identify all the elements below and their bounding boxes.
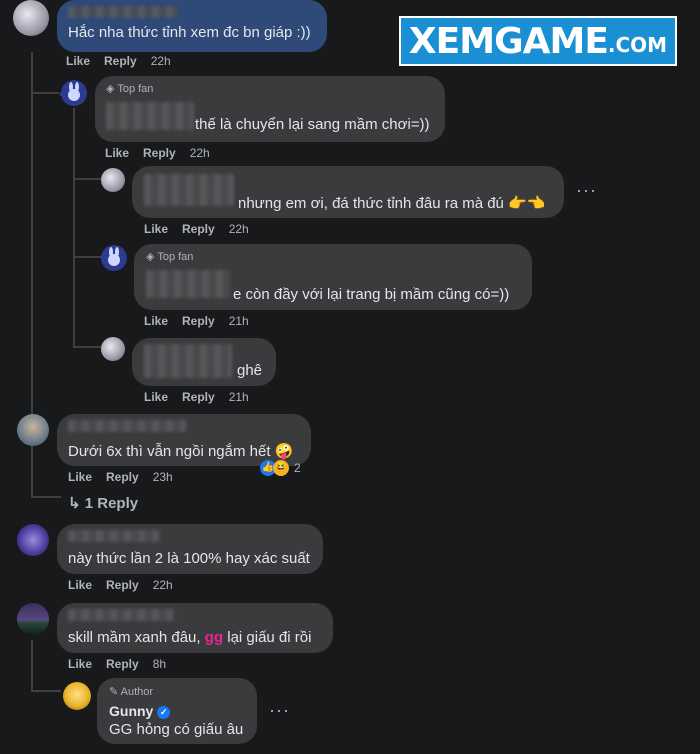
comment-actions: Like Reply 22h bbox=[66, 54, 171, 68]
comment-text: ghê bbox=[237, 362, 263, 379]
like-button[interactable]: Like bbox=[105, 146, 129, 160]
comment-time: 22h bbox=[150, 54, 171, 68]
blurred-username bbox=[68, 530, 160, 542]
thread-line bbox=[73, 178, 101, 180]
verified-icon: ✓ bbox=[157, 705, 171, 719]
reaction-summary[interactable]: 👍 😆 2 bbox=[260, 460, 301, 476]
like-button[interactable]: Like bbox=[144, 390, 168, 404]
reply-button[interactable]: Reply bbox=[182, 222, 215, 236]
commenter-name[interactable]: Gunny ✓ bbox=[109, 703, 171, 719]
comment-time: 21h bbox=[228, 390, 249, 404]
comment-text: Dưới 6x thì vẫn ngồi ngắm hết 🤪 bbox=[68, 443, 294, 460]
comment-actions: Like Reply 22h bbox=[144, 222, 249, 236]
blurred-username bbox=[68, 609, 174, 621]
reply-button[interactable]: Reply bbox=[143, 146, 176, 160]
comment-time: 22h bbox=[228, 222, 249, 236]
haha-reaction-icon: 😆 bbox=[273, 460, 289, 476]
comment-actions: Like Reply 8h bbox=[68, 657, 166, 671]
comment-actions: Like Reply 23h bbox=[68, 470, 173, 484]
avatar[interactable] bbox=[101, 168, 125, 192]
comment-actions: Like Reply 22h bbox=[105, 146, 210, 160]
reply-arrow-icon: ↳ bbox=[68, 495, 85, 512]
comment-actions: Like Reply 22h bbox=[68, 578, 173, 592]
like-button[interactable]: Like bbox=[68, 657, 92, 671]
blurred-username bbox=[106, 102, 194, 130]
reaction-count: 2 bbox=[294, 461, 301, 475]
diamond-icon: ◈ bbox=[106, 83, 118, 95]
avatar[interactable] bbox=[101, 245, 127, 271]
blurred-username bbox=[68, 420, 186, 432]
diamond-icon: ◈ bbox=[146, 251, 158, 263]
thread-line bbox=[31, 496, 61, 498]
blurred-username bbox=[144, 344, 232, 378]
comment-text: này thức lần 2 là 100% hay xác suất bbox=[68, 550, 310, 567]
thread-line bbox=[73, 346, 101, 348]
comment-time: 22h bbox=[189, 146, 210, 160]
reply-button[interactable]: Reply bbox=[106, 470, 139, 484]
thread-line bbox=[31, 640, 33, 692]
reply-button[interactable]: Reply bbox=[106, 657, 139, 671]
blurred-username bbox=[144, 174, 234, 206]
comment-text: skill mầm xanh đâu, gg lại giấu đi rồi bbox=[68, 629, 312, 646]
blurred-username bbox=[146, 270, 230, 298]
logo-text: XEMGAME bbox=[408, 20, 609, 62]
comment-text: nhưng em ơi, đá thức tỉnh đâu ra mà đú 👉… bbox=[238, 195, 546, 212]
reply-button[interactable]: Reply bbox=[182, 390, 215, 404]
view-replies-link[interactable]: ↳ 1 Reply bbox=[68, 494, 138, 512]
comment-actions: Like Reply 21h bbox=[144, 314, 249, 328]
thread-line bbox=[73, 108, 75, 348]
more-options-button[interactable]: ··· bbox=[576, 180, 597, 201]
avatar[interactable] bbox=[17, 524, 49, 556]
top-fan-badge: ◈ Top fan bbox=[146, 251, 194, 263]
comment-text: Hắc nha thức tỉnh xem đc bn giáp :)) bbox=[68, 24, 311, 41]
comment-time: 23h bbox=[152, 470, 173, 484]
thread-line bbox=[31, 690, 61, 692]
logo-suffix: .COM bbox=[607, 33, 668, 57]
like-button[interactable]: Like bbox=[68, 470, 92, 484]
thread-line bbox=[31, 92, 59, 94]
reply-button[interactable]: Reply bbox=[182, 314, 215, 328]
comment-time: 8h bbox=[152, 657, 167, 671]
avatar[interactable] bbox=[17, 603, 49, 635]
thread-line bbox=[73, 256, 101, 258]
top-fan-badge: ◈ Top fan bbox=[106, 83, 154, 95]
highlighted-text: gg bbox=[204, 629, 224, 646]
avatar[interactable] bbox=[13, 0, 49, 36]
like-button[interactable]: Like bbox=[68, 578, 92, 592]
reply-button[interactable]: Reply bbox=[106, 578, 139, 592]
avatar[interactable] bbox=[17, 414, 49, 446]
like-button[interactable]: Like bbox=[144, 222, 168, 236]
comment-text: GG hỏng có giấu âu bbox=[109, 721, 244, 738]
avatar[interactable] bbox=[101, 337, 125, 361]
like-button[interactable]: Like bbox=[66, 54, 90, 68]
thread-line bbox=[31, 52, 33, 412]
comment-time: 21h bbox=[228, 314, 249, 328]
more-options-button[interactable]: ··· bbox=[269, 700, 290, 721]
rabbit-icon bbox=[108, 247, 120, 266]
comment-actions: Like Reply 21h bbox=[144, 390, 249, 404]
like-button[interactable]: Like bbox=[144, 314, 168, 328]
blurred-username bbox=[68, 6, 178, 18]
pencil-icon: ✎ bbox=[109, 686, 121, 698]
avatar[interactable] bbox=[63, 682, 91, 710]
comment-text: thế là chuyển lại sang mầm chơi=)) bbox=[195, 116, 430, 133]
comment-text: e còn đầy với lại trang bị mầm cũng có=)… bbox=[233, 286, 510, 303]
author-badge: ✎ Author bbox=[109, 686, 154, 698]
avatar[interactable] bbox=[61, 80, 87, 106]
comment-time: 22h bbox=[152, 578, 173, 592]
site-logo: XEMGAME .COM bbox=[399, 16, 677, 66]
rabbit-icon bbox=[68, 82, 80, 101]
reply-button[interactable]: Reply bbox=[104, 54, 137, 68]
